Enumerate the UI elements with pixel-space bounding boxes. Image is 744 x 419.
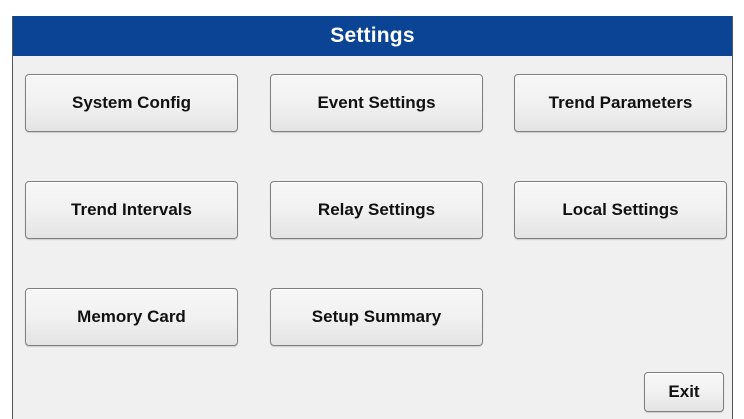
page-title: Settings [330,24,415,47]
trend-parameters-button[interactable]: Trend Parameters [514,74,727,132]
event-settings-button[interactable]: Event Settings [270,74,483,132]
system-config-button[interactable]: System Config [25,74,238,132]
memory-card-button[interactable]: Memory Card [25,288,238,346]
exit-button[interactable]: Exit [644,372,724,412]
local-settings-button[interactable]: Local Settings [514,181,727,239]
title-bar: Settings [13,16,732,56]
trend-intervals-button[interactable]: Trend Intervals [25,181,238,239]
settings-panel: Settings System Config Event Settings Tr… [12,16,733,419]
relay-settings-button[interactable]: Relay Settings [270,181,483,239]
setup-summary-button[interactable]: Setup Summary [270,288,483,346]
